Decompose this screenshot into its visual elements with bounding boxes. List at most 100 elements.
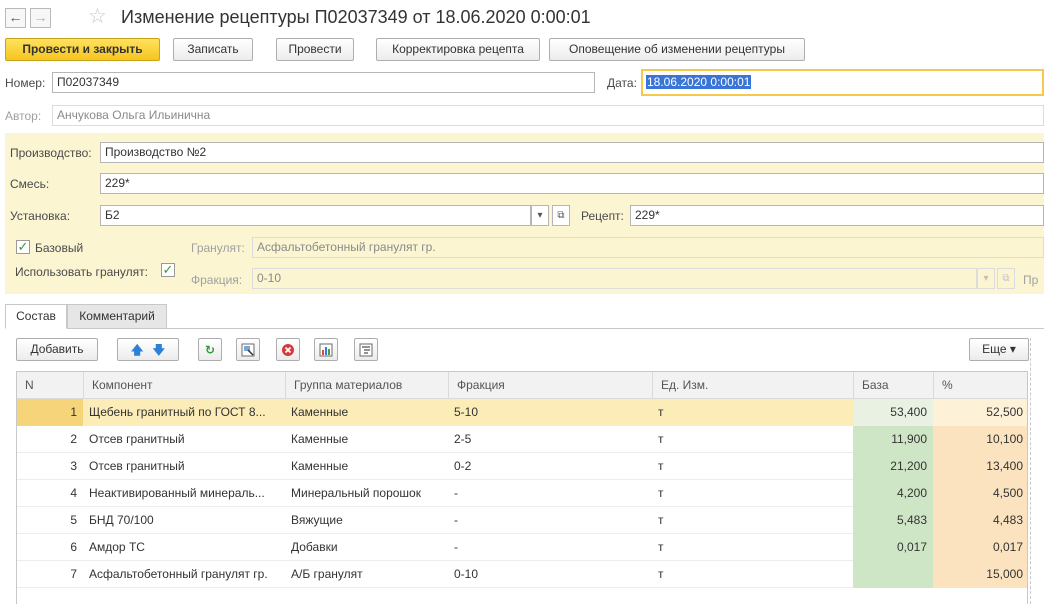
table-row[interactable]: 7 Асфальтобетонный гранулят гр. А/Б гран…	[17, 561, 1027, 588]
favorite-star-icon[interactable]: ☆	[88, 5, 107, 29]
column-header-component[interactable]: Компонент	[83, 372, 285, 399]
move-buttons[interactable]: 🡅 🡇	[117, 338, 179, 361]
row-base[interactable]: 53,400	[853, 399, 933, 426]
arrow-up-icon[interactable]: 🡅	[131, 340, 143, 360]
open-link-icon: ⧉	[557, 210, 565, 221]
number-field[interactable]: П02037349	[52, 72, 595, 93]
row-percent[interactable]: 4,500	[933, 480, 1027, 507]
delete-button[interactable]	[276, 338, 300, 361]
structure-button[interactable]	[354, 338, 378, 361]
row-percent[interactable]: 4,483	[933, 507, 1027, 534]
row-component: Амдор ТС	[89, 540, 145, 554]
mix-field[interactable]: 229*	[100, 173, 1044, 194]
adjust-recipe-button[interactable]: Корректировка рецепта	[376, 38, 540, 61]
row-fraction: -	[454, 486, 458, 500]
use-granulate-checkbox[interactable]: ✓	[161, 263, 175, 277]
table-row[interactable]: 4 Неактивированный минераль... Минеральн…	[17, 480, 1027, 507]
row-unit: т	[658, 513, 664, 527]
row-group: А/Б гранулят	[291, 567, 363, 581]
table-row[interactable]: 5 БНД 70/100 Вяжущие - т 5,483 4,483	[17, 507, 1027, 534]
table-row[interactable]: 2 Отсев гранитный Каменные 2-5 т 11,900 …	[17, 426, 1027, 453]
refresh-button[interactable]: ↻	[198, 338, 222, 361]
table-row[interactable]: 3 Отсев гранитный Каменные 0-2 т 21,200 …	[17, 453, 1027, 480]
row-number: 7	[70, 567, 77, 581]
row-group: Каменные	[291, 459, 349, 473]
row-percent[interactable]: 13,400	[933, 453, 1027, 480]
chevron-down-icon: ▾	[537, 210, 543, 221]
production-field[interactable]: Производство №2	[100, 142, 1044, 163]
granulate-field: Асфальтобетонный гранулят гр.	[252, 237, 1044, 258]
date-field[interactable]: 18.06.2020 0:00:01	[641, 69, 1044, 96]
dropdown-button[interactable]: ▾	[531, 205, 549, 226]
row-fraction: -	[454, 540, 458, 554]
select-button[interactable]	[236, 338, 260, 361]
row-unit: т	[658, 540, 664, 554]
add-row-button[interactable]: Добавить	[16, 338, 98, 361]
use-granulate-label: Использовать гранулят:	[15, 265, 148, 279]
column-header-group[interactable]: Группа материалов	[285, 372, 448, 399]
plant-label: Установка:	[10, 209, 71, 223]
arrow-down-icon[interactable]: 🡇	[153, 340, 165, 360]
post-button[interactable]: Провести	[276, 38, 354, 61]
row-component: Отсев гранитный	[89, 459, 185, 473]
mix-label: Смесь:	[10, 177, 50, 191]
row-percent[interactable]: 0,017	[933, 534, 1027, 561]
row-group: Вяжущие	[291, 513, 343, 527]
row-base[interactable]: 11,900	[853, 426, 933, 453]
row-group: Каменные	[291, 432, 349, 446]
row-fraction: 0-2	[454, 459, 472, 473]
more-button[interactable]: Еще ▾	[969, 338, 1029, 361]
row-unit: т	[658, 432, 664, 446]
date-value: 18.06.2020 0:00:01	[646, 75, 752, 89]
fraction-field: 0-10	[252, 268, 977, 289]
recipe-label: Рецепт:	[581, 209, 624, 223]
chart-icon	[319, 343, 333, 357]
row-number: 5	[70, 513, 77, 527]
row-percent[interactable]: 52,500	[933, 399, 1027, 426]
row-group: Каменные	[291, 405, 349, 419]
open-link-icon: ⧉	[1002, 273, 1010, 284]
table-row[interactable]: 6 Амдор ТС Добавки - т 0,017 0,017	[17, 534, 1027, 561]
row-number: 1	[17, 399, 83, 426]
row-fraction: 0-10	[454, 567, 479, 581]
tab-divider	[5, 328, 1044, 329]
chart-button[interactable]	[314, 338, 338, 361]
checkmark-icon: ✓	[162, 262, 174, 277]
row-percent[interactable]: 10,100	[933, 426, 1027, 453]
row-number: 6	[70, 540, 77, 554]
plant-field[interactable]: Б2	[100, 205, 531, 226]
table-row[interactable]: 1 Щебень гранитный по ГОСТ 8... Каменные…	[17, 399, 1027, 426]
forward-button[interactable]: →	[30, 8, 51, 28]
save-button[interactable]: Записать	[173, 38, 253, 61]
column-header-n[interactable]: N	[17, 372, 83, 399]
list-structure-icon	[359, 343, 373, 357]
dropdown-button: ▾	[977, 268, 995, 289]
row-unit: т	[658, 405, 664, 419]
open-plant-button[interactable]: ⧉	[552, 205, 570, 226]
column-header-fraction[interactable]: Фракция	[448, 372, 652, 399]
panel-edge	[1030, 338, 1031, 604]
row-fraction: 5-10	[454, 405, 479, 419]
post-and-close-button[interactable]: Провести и закрыть	[5, 38, 160, 61]
tab-comment[interactable]: Комментарий	[67, 304, 167, 329]
row-base[interactable]: 0,017	[853, 534, 933, 561]
row-base[interactable]	[853, 561, 933, 588]
row-percent[interactable]: 15,000	[933, 561, 1027, 588]
row-base[interactable]: 21,200	[853, 453, 933, 480]
back-button[interactable]: ←	[5, 8, 26, 28]
row-number: 3	[70, 459, 77, 473]
tab-composition[interactable]: Состав	[5, 304, 67, 329]
column-header-base[interactable]: База	[853, 372, 933, 399]
column-header-percent[interactable]: %	[933, 372, 1027, 399]
row-base[interactable]: 4,200	[853, 480, 933, 507]
row-base[interactable]: 5,483	[853, 507, 933, 534]
recipe-field[interactable]: 229*	[630, 205, 1044, 226]
base-checkbox[interactable]: ✓	[16, 240, 30, 254]
notify-recipe-change-button[interactable]: Оповещение об изменении рецептуры	[549, 38, 805, 61]
column-header-unit[interactable]: Ед. Изм.	[652, 372, 853, 399]
row-number: 4	[70, 486, 77, 500]
select-table-icon	[241, 343, 255, 357]
row-group: Добавки	[291, 540, 338, 554]
row-number: 2	[70, 432, 77, 446]
production-label: Производство:	[10, 146, 92, 160]
